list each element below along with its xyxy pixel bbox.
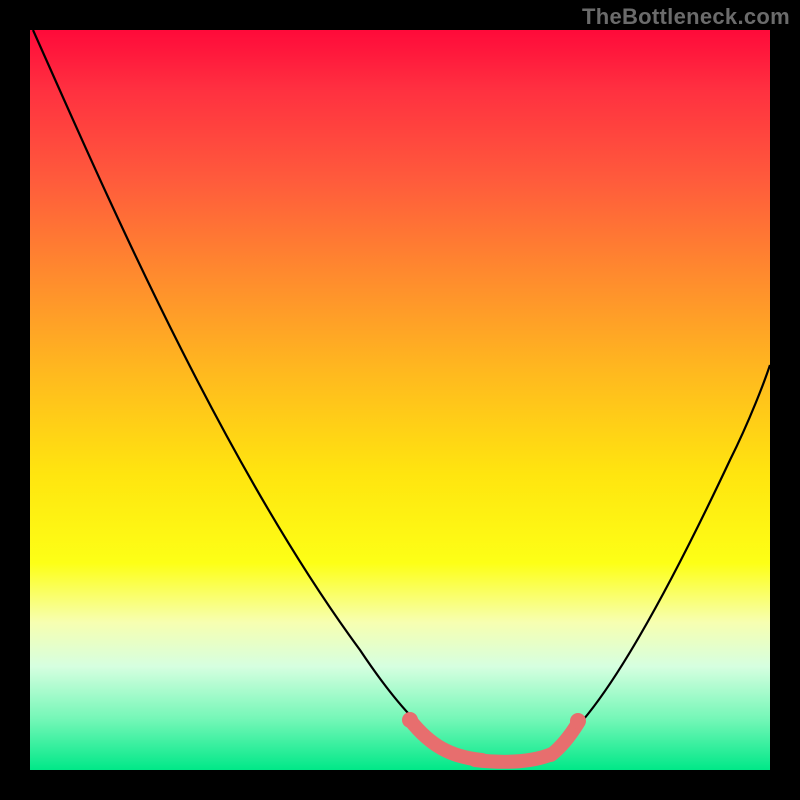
sweet-spot-highlight: [410, 720, 578, 762]
bottleneck-curve-line: [33, 30, 770, 762]
sweet-spot-dots: [402, 712, 586, 729]
plot-svg: [30, 30, 770, 770]
chart-frame: TheBottleneck.com: [0, 0, 800, 800]
watermark-label: TheBottleneck.com: [582, 4, 790, 30]
plot-area: [30, 30, 770, 770]
